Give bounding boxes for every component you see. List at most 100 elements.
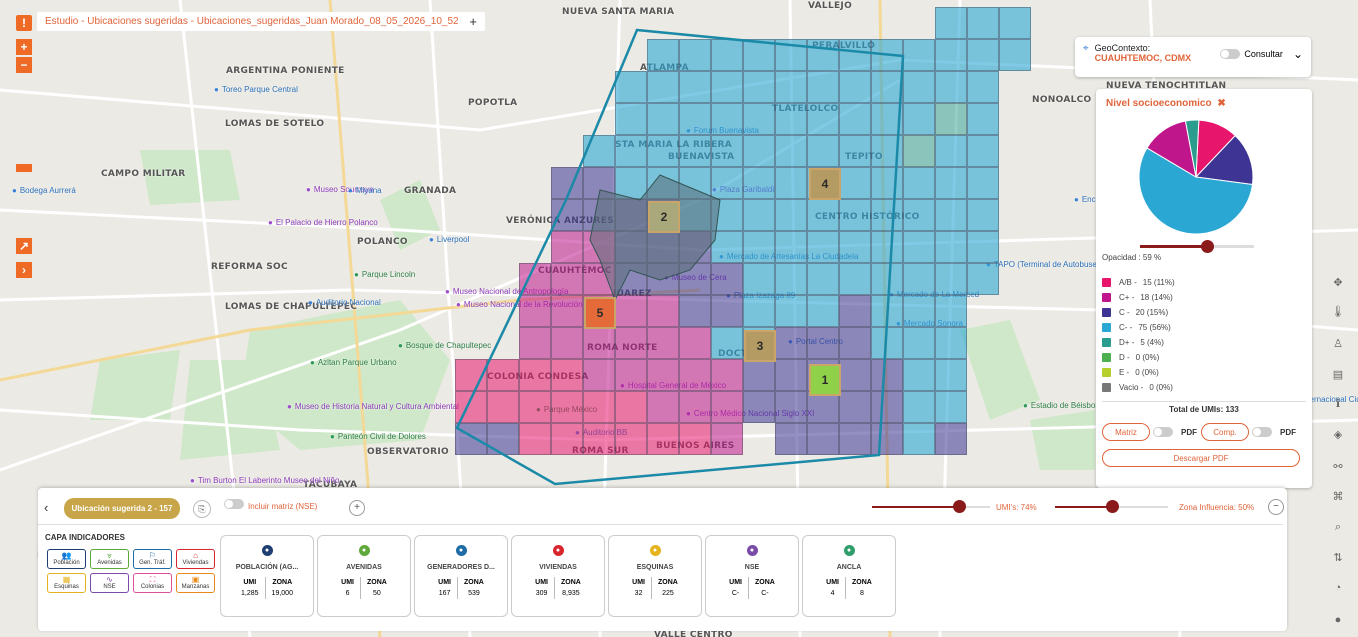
nse-grid-cell[interactable] <box>935 167 967 199</box>
umis-slider-knob[interactable] <box>953 500 967 513</box>
nse-grid-cell[interactable] <box>967 39 999 71</box>
map-poi[interactable]: Parque Lincoln <box>354 270 415 279</box>
nse-grid-cell[interactable] <box>679 199 711 231</box>
download-pdf-button[interactable]: Descargar PDF <box>1102 449 1300 467</box>
nse-grid-cell[interactable] <box>839 39 871 71</box>
capa-toggle[interactable]: ▦ Esquinas <box>47 573 86 593</box>
nse-grid-cell[interactable] <box>935 359 967 391</box>
nse-grid-cell[interactable] <box>583 423 615 455</box>
nse-grid-cell[interactable] <box>679 231 711 263</box>
expand-icon[interactable]: + <box>469 14 477 29</box>
nse-grid-cell[interactable] <box>455 359 487 391</box>
nse-grid-cell[interactable] <box>711 167 743 199</box>
indicator-card[interactable]: ● GENERADORES D... UMI ZONA 167 539 <box>414 535 508 617</box>
nse-grid-cell[interactable] <box>743 167 775 199</box>
nse-grid-cell[interactable] <box>583 359 615 391</box>
nse-grid-cell[interactable] <box>743 135 775 167</box>
nse-grid-cell[interactable] <box>999 7 1031 39</box>
nse-grid-cell[interactable] <box>871 199 903 231</box>
opacity-slider-knob[interactable] <box>1201 240 1215 253</box>
layer-tab-button[interactable] <box>16 164 32 172</box>
nse-grid-cell[interactable] <box>583 327 615 359</box>
nse-grid-cell[interactable] <box>615 71 647 103</box>
capa-toggle[interactable]: 👥 Población <box>47 549 86 569</box>
compass-icon[interactable]: ✥ <box>1330 276 1346 292</box>
nse-grid-cell[interactable] <box>871 39 903 71</box>
nse-grid-cell[interactable] <box>743 39 775 71</box>
nse-grid-cell[interactable] <box>935 391 967 423</box>
suggested-location-marker[interactable]: 2 <box>648 201 680 233</box>
info-icon[interactable]: ℹ <box>1330 397 1346 413</box>
pie-icon[interactable]: ◔ <box>1330 582 1346 598</box>
nse-grid-cell[interactable] <box>903 263 935 295</box>
nse-grid-cell[interactable] <box>583 391 615 423</box>
map-poi[interactable]: El Palacio de Hierro Polanco <box>268 218 378 227</box>
nse-grid-cell[interactable] <box>551 263 583 295</box>
nse-grid-cell[interactable] <box>487 359 519 391</box>
nse-grid-cell[interactable] <box>839 135 871 167</box>
nse-grid-cell[interactable] <box>519 359 551 391</box>
nse-grid-cell[interactable] <box>711 231 743 263</box>
nse-grid-cell[interactable] <box>711 359 743 391</box>
nse-grid-cell[interactable] <box>647 231 679 263</box>
capa-toggle[interactable]: ▣ Manzanas <box>176 573 215 593</box>
nse-grid-cell[interactable] <box>935 295 967 327</box>
study-title-bar[interactable]: Estudio - Ubicaciones sugeridas - Ubicac… <box>37 12 485 31</box>
nse-grid-cell[interactable] <box>711 327 743 359</box>
nse-grid-cell[interactable] <box>807 103 839 135</box>
nse-grid-cell[interactable] <box>903 391 935 423</box>
nse-grid-cell[interactable] <box>615 295 647 327</box>
zoom-in-button[interactable]: + <box>16 39 32 55</box>
nse-grid-cell[interactable] <box>871 231 903 263</box>
nse-grid-cell[interactable] <box>967 167 999 199</box>
nse-grid-cell[interactable] <box>967 103 999 135</box>
nse-grid-cell[interactable] <box>615 391 647 423</box>
nse-grid-cell[interactable] <box>743 231 775 263</box>
nse-grid-cell[interactable] <box>647 71 679 103</box>
indicator-card[interactable]: ● ESQUINAS UMI ZONA 32 225 <box>608 535 702 617</box>
nse-grid-cell[interactable] <box>839 391 871 423</box>
suggested-location-marker[interactable]: 4 <box>809 168 841 200</box>
nse-grid-cell[interactable] <box>647 135 679 167</box>
zona-slider[interactable] <box>1055 500 1168 513</box>
close-icon[interactable]: ✖ <box>1217 98 1225 109</box>
nse-grid-cell[interactable] <box>711 103 743 135</box>
nse-grid-cell[interactable] <box>807 263 839 295</box>
nse-grid-cell[interactable] <box>775 391 807 423</box>
map-poi[interactable]: Toreo Parque Central <box>214 85 298 94</box>
nse-grid-cell[interactable] <box>839 423 871 455</box>
nse-grid-cell[interactable] <box>679 167 711 199</box>
nse-grid-cell[interactable] <box>871 391 903 423</box>
nse-grid-cell[interactable] <box>615 167 647 199</box>
nse-grid-cell[interactable] <box>807 39 839 71</box>
nse-grid-cell[interactable] <box>775 423 807 455</box>
suggested-location-marker[interactable]: 3 <box>744 330 776 362</box>
nse-grid-cell[interactable] <box>999 39 1031 71</box>
nse-grid-cell[interactable] <box>775 263 807 295</box>
nse-grid-cell[interactable] <box>647 359 679 391</box>
map-poi[interactable]: Bosque de Chapultepec <box>398 341 491 350</box>
nse-grid-cell[interactable] <box>967 71 999 103</box>
nse-grid-cell[interactable] <box>551 423 583 455</box>
nse-grid-cell[interactable] <box>743 263 775 295</box>
arrow-right-icon[interactable]: › <box>16 262 32 278</box>
indicator-card[interactable]: ● AVENIDAS UMI ZONA 6 50 <box>317 535 411 617</box>
layers-icon[interactable]: ◈ <box>1330 428 1346 444</box>
nse-grid-cell[interactable] <box>583 167 615 199</box>
nse-grid-cell[interactable] <box>903 71 935 103</box>
nse-grid-cell[interactable] <box>775 295 807 327</box>
nse-grid-cell[interactable] <box>711 423 743 455</box>
nse-grid-cell[interactable] <box>839 167 871 199</box>
map-poi[interactable]: Tim Burton El Laberinto Museo del Niño <box>190 476 340 485</box>
dashboard-icon[interactable]: ▤ <box>1330 368 1346 384</box>
nse-grid-cell[interactable] <box>935 71 967 103</box>
map-poi[interactable]: Bodega Aurrerá <box>12 186 76 195</box>
nse-grid-cell[interactable] <box>903 231 935 263</box>
nse-grid-cell[interactable] <box>519 263 551 295</box>
nse-grid-cell[interactable] <box>551 231 583 263</box>
nse-grid-cell[interactable] <box>615 231 647 263</box>
nse-grid-cell[interactable] <box>903 295 935 327</box>
nse-grid-cell[interactable] <box>615 263 647 295</box>
user-icon[interactable]: ● <box>1330 614 1346 630</box>
nse-grid-cell[interactable] <box>679 423 711 455</box>
